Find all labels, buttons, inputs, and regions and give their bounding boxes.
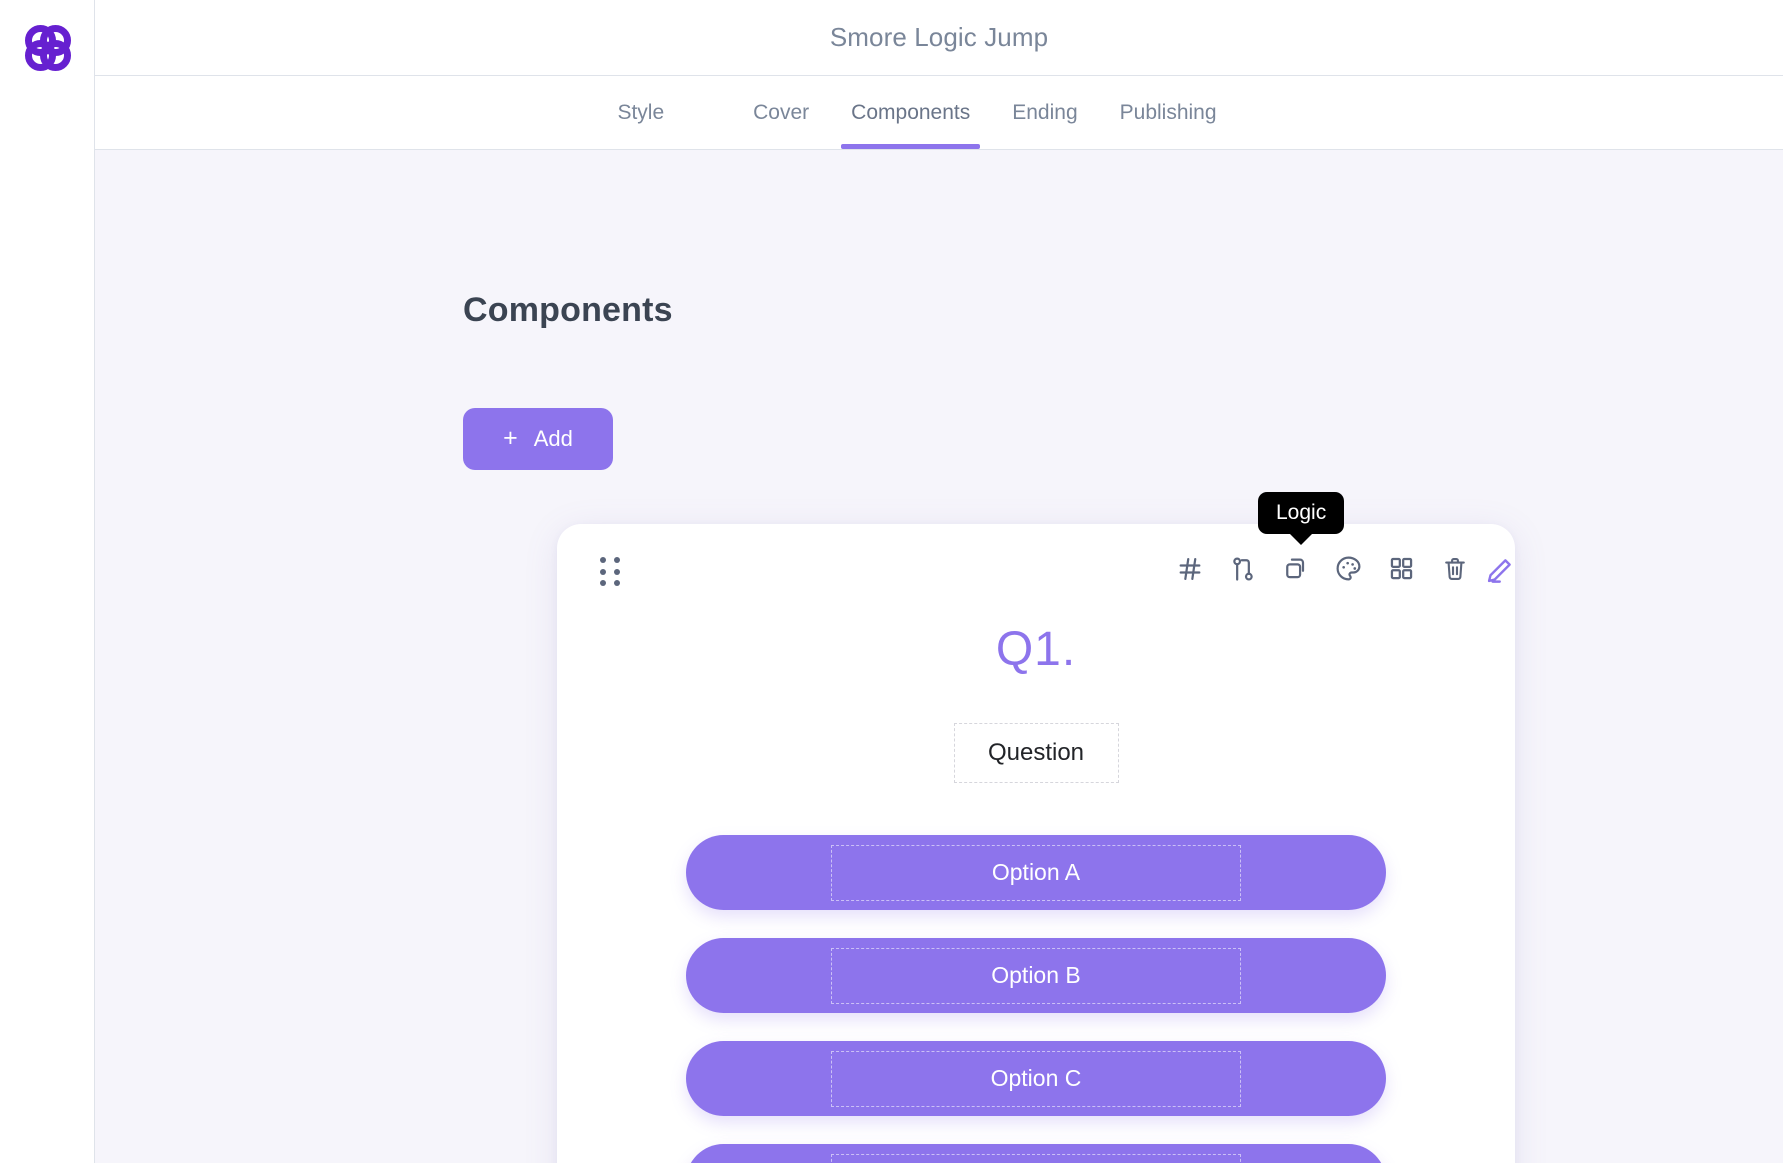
palette-icon[interactable] bbox=[1332, 552, 1365, 585]
pencil-edit-icon[interactable] bbox=[1482, 554, 1516, 588]
option-c-label: Option C bbox=[990, 1065, 1082, 1091]
option-b-input[interactable]: Option B bbox=[831, 947, 1241, 1004]
tab-style-label: Style bbox=[617, 100, 665, 124]
option-row[interactable]: Option A bbox=[686, 835, 1386, 910]
logic-tooltip-label: Logic bbox=[1276, 501, 1327, 524]
option-c-input[interactable]: Option C bbox=[831, 1050, 1241, 1107]
clover-logo-icon[interactable] bbox=[20, 20, 76, 76]
git-branch-icon[interactable] bbox=[1226, 552, 1259, 585]
tab-bar: Style Cover Components Ending Publishing bbox=[95, 76, 1783, 150]
tab-ending[interactable]: Ending bbox=[991, 76, 1098, 149]
plus-icon: + bbox=[503, 423, 518, 452]
main-column: Smore Logic Jump Style Cover Components … bbox=[95, 0, 1783, 1163]
option-row[interactable]: Option C bbox=[686, 1041, 1386, 1116]
add-component-label: Add bbox=[533, 426, 573, 451]
trash-icon[interactable] bbox=[1438, 552, 1471, 585]
tab-components-label: Components bbox=[851, 100, 971, 124]
question-input-text: Question bbox=[987, 739, 1085, 766]
top-bar: Smore Logic Jump bbox=[95, 0, 1783, 76]
tab-list: Style Cover Components Ending Publishing bbox=[596, 76, 1237, 149]
tab-style[interactable]: Style bbox=[596, 76, 685, 149]
option-a-label: Option A bbox=[991, 859, 1081, 885]
tab-publishing[interactable]: Publishing bbox=[1099, 76, 1238, 149]
app-root: Smore Logic Jump Style Cover Components … bbox=[0, 0, 1783, 1163]
tab-cover-label: Cover bbox=[753, 100, 810, 124]
card-tool-icons bbox=[1173, 552, 1471, 585]
tab-ending-label: Ending bbox=[1012, 100, 1078, 124]
tab-publishing-label: Publishing bbox=[1119, 100, 1217, 124]
left-rail bbox=[0, 0, 95, 1163]
option-row[interactable]: Option B bbox=[686, 938, 1386, 1013]
option-d-input[interactable]: Option D bbox=[831, 1153, 1241, 1163]
tab-cover[interactable]: Cover bbox=[732, 76, 830, 149]
option-b-label: Option B bbox=[991, 962, 1081, 988]
question-card: Q1. Question Option A Option B Option C bbox=[557, 524, 1515, 1163]
grid-layout-icon[interactable] bbox=[1385, 552, 1418, 585]
add-component-button[interactable]: + Add bbox=[463, 408, 613, 470]
duplicate-icon[interactable] bbox=[1279, 552, 1312, 585]
page-title: Components bbox=[463, 291, 673, 329]
page-header-title: Smore Logic Jump bbox=[829, 22, 1049, 52]
card-toolbar bbox=[557, 524, 1515, 610]
question-input[interactable]: Question bbox=[953, 723, 1119, 783]
question-number: Q1. bbox=[995, 623, 1077, 676]
hash-icon[interactable] bbox=[1173, 552, 1206, 585]
editor-canvas: Components + Add Logic Q1. Question Opti… bbox=[95, 150, 1783, 1163]
option-a-input[interactable]: Option A bbox=[831, 844, 1241, 901]
drag-dots-icon[interactable] bbox=[600, 557, 622, 587]
tab-components[interactable]: Components bbox=[830, 76, 991, 149]
option-row[interactable]: Option D bbox=[686, 1144, 1386, 1163]
option-list: Option A Option B Option C bbox=[557, 835, 1515, 1163]
